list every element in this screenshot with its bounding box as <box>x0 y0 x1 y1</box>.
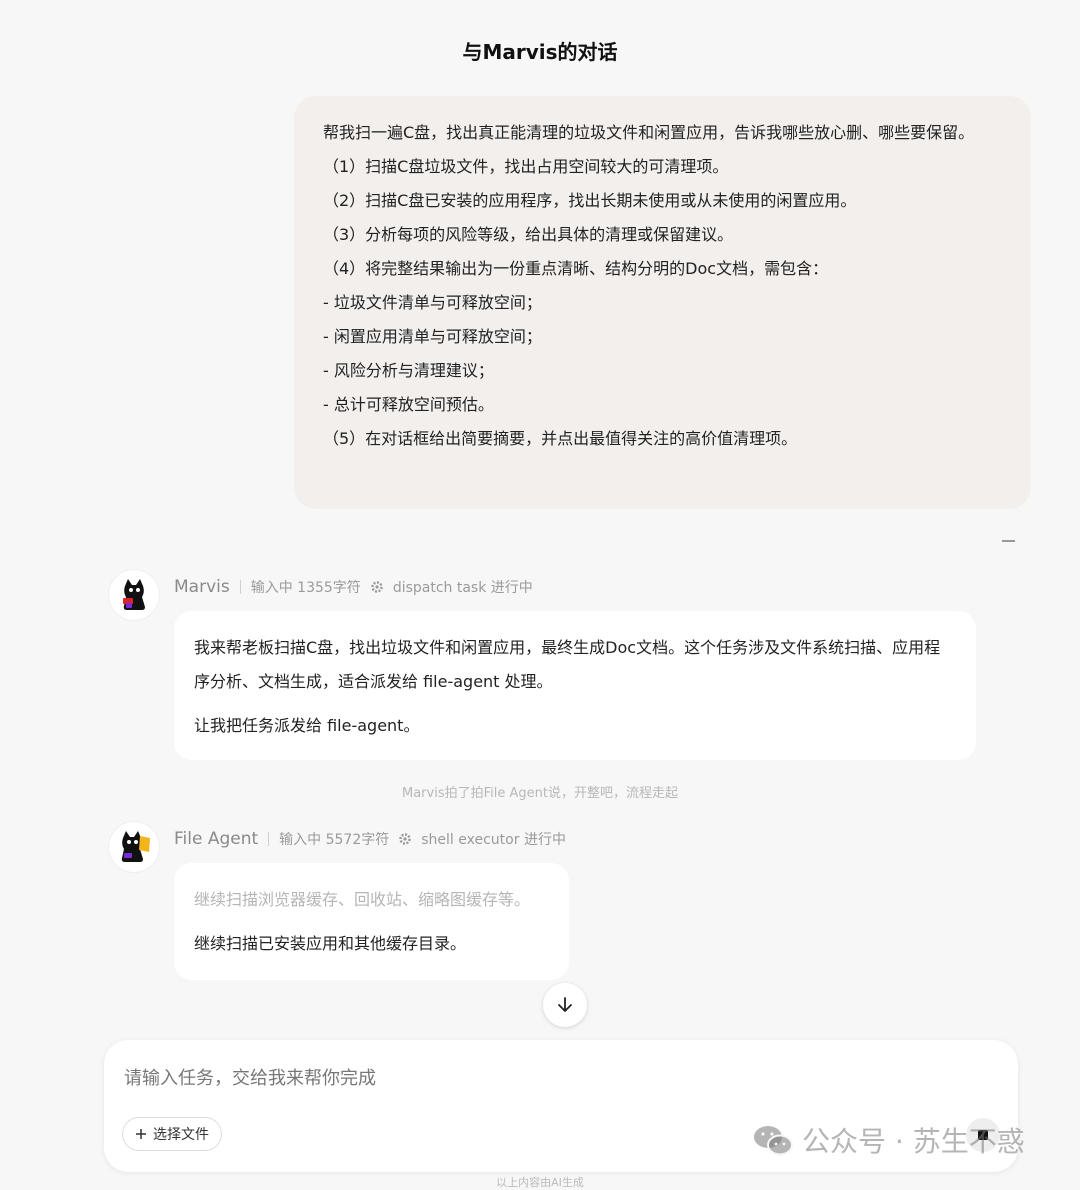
task-status: dispatch task 进行中 <box>392 580 533 596</box>
user-message-line: - 风险分析与清理建议； <box>323 361 494 380</box>
select-file-button[interactable]: 选择文件 <box>122 1117 222 1151</box>
agent-name: Marvis <box>174 577 230 597</box>
agent-name: File Agent <box>174 829 259 849</box>
user-message-line: 帮我扫一遍C盘，找出真正能清理的垃圾文件和闲置应用，告诉我哪些放心删、哪些要保留… <box>323 123 975 142</box>
cat-avatar-icon <box>121 831 150 862</box>
message-paragraph: 继续扫描浏览器缓存、回收站、缩略图缓存等。 <box>194 890 531 909</box>
arrow-down-icon <box>558 997 572 1012</box>
user-message-line: （1）扫描C盘垃圾文件，找出占用空间较大的可清理项。 <box>323 157 729 176</box>
message-paragraph: 我来帮老板扫描C盘，找出垃圾文件和闲置应用，最终生成Doc文档。这个任务涉及文件… <box>194 638 941 691</box>
user-message-line: （2）扫描C盘已安装的应用程序，找出长期未使用或从未使用的闲置应用。 <box>323 191 857 210</box>
page-title: 与Marvis的对话 <box>462 40 618 64</box>
user-message-line: （3）分析每项的风险等级，给出具体的清理或保留建议。 <box>323 225 734 244</box>
user-message-line: - 总计可释放空间预估。 <box>323 395 494 414</box>
gear-icon <box>399 833 412 845</box>
divider <box>239 580 241 594</box>
user-message-bubble: 帮我扫一遍C盘，找出真正能清理的垃圾文件和闲置应用，告诉我哪些放心删、哪些要保留… <box>294 96 1031 509</box>
wechat-icon <box>754 1126 793 1156</box>
marvis-meta: Marvis 输入中 1355字符 dispatch task 进行中 <box>174 577 533 597</box>
watermark-text: 公众号 · 苏生不惑 <box>802 1125 1025 1158</box>
collapse-button[interactable] <box>1002 540 1015 542</box>
system-note: Marvis拍了拍File Agent说，开整吧，流程走起 <box>402 786 678 801</box>
task-status: shell executor 进行中 <box>421 832 566 848</box>
user-message-line: （5）在对话框给出简要摘要，并点出最值得关注的高价值清理项。 <box>323 429 798 448</box>
input-status: 输入中 5572字符 <box>279 832 390 848</box>
divider <box>268 832 270 846</box>
select-file-label: 选择文件 <box>153 1127 209 1143</box>
message-paragraph: 继续扫描已安装应用和其他缓存目录。 <box>194 934 467 953</box>
user-message-line: （4）将完整结果输出为一份重点清晰、结构分明的Doc文档，需包含： <box>323 259 829 278</box>
file-agent-avatar <box>109 822 159 872</box>
task-input[interactable] <box>122 1062 726 1094</box>
watermark: 公众号 · 苏生不惑 <box>752 1120 1025 1160</box>
scroll-to-bottom-button[interactable] <box>543 983 587 1027</box>
cat-avatar-icon <box>123 579 145 610</box>
input-status: 输入中 1355字符 <box>250 580 361 596</box>
user-message-line: - 垃圾文件清单与可释放空间； <box>323 293 542 312</box>
gear-icon <box>371 581 383 593</box>
message-paragraph: 让我把任务派发给 file-agent。 <box>194 716 420 735</box>
marvis-avatar <box>109 570 159 620</box>
plus-icon <box>136 1129 146 1139</box>
ai-generated-footnote: 以上内容由AI生成 <box>496 1176 584 1189</box>
marvis-message-bubble: 我来帮老板扫描C盘，找出垃圾文件和闲置应用，最终生成Doc文档。这个任务涉及文件… <box>174 611 976 760</box>
user-message-line: - 闲置应用清单与可释放空间； <box>323 327 542 346</box>
file-agent-message-bubble: 继续扫描浏览器缓存、回收站、缩略图缓存等。 继续扫描已安装应用和其他缓存目录。 <box>174 863 569 980</box>
file-agent-meta: File Agent 输入中 5572字符 shell executor 进行中 <box>174 829 566 849</box>
